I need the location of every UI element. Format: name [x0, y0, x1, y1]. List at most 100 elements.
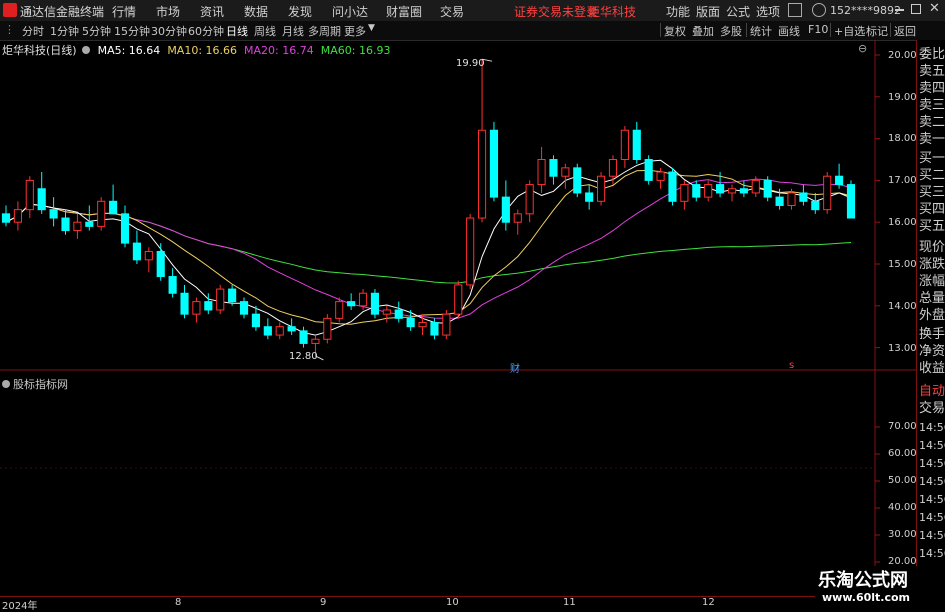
tab-period-intraday[interactable]: 分时: [22, 23, 44, 39]
menu-formula[interactable]: 公式: [726, 3, 750, 20]
tab-period-5min[interactable]: 5分钟: [82, 23, 111, 39]
candle[interactable]: [811, 192, 820, 214]
candle[interactable]: [263, 318, 272, 340]
candle[interactable]: [454, 280, 463, 319]
user-avatar-icon[interactable]: [812, 3, 826, 17]
more-dropdown-icon[interactable]: ▼: [368, 23, 375, 33]
statistics-button[interactable]: 统计: [750, 23, 772, 39]
login-status[interactable]: 证券交易未登录: [514, 3, 598, 20]
menu-ask[interactable]: 问小达: [332, 3, 368, 20]
candle[interactable]: [561, 163, 570, 189]
multi-stock-button[interactable]: 多股: [720, 23, 742, 39]
menu-trade[interactable]: 交易: [440, 3, 464, 20]
candle[interactable]: [442, 309, 451, 340]
candle[interactable]: [49, 197, 58, 227]
indicator-settings-icon[interactable]: [2, 380, 10, 388]
candle[interactable]: [73, 213, 82, 239]
candle[interactable]: [549, 155, 558, 185]
minimize-icon[interactable]: [895, 9, 904, 11]
candle[interactable]: [394, 301, 403, 323]
menu-layout[interactable]: 版面: [696, 3, 720, 20]
candle[interactable]: [668, 167, 677, 206]
tab-period-weekly[interactable]: 周线: [254, 23, 276, 39]
menu-function[interactable]: 功能: [666, 3, 690, 20]
overlay-button[interactable]: 叠加: [692, 23, 714, 39]
event-marker[interactable]: s: [789, 360, 794, 371]
candle[interactable]: [192, 297, 201, 323]
candle[interactable]: [799, 184, 808, 206]
candle[interactable]: [347, 293, 356, 310]
menu-data[interactable]: 数据: [244, 3, 268, 20]
finance-marker[interactable]: 财: [510, 360, 520, 375]
candle[interactable]: [132, 230, 141, 264]
candle[interactable]: [620, 126, 629, 168]
candle[interactable]: [466, 213, 475, 290]
back-button[interactable]: 返回: [894, 23, 916, 39]
tab-period-30min[interactable]: 30分钟: [151, 23, 187, 39]
candle[interactable]: [37, 172, 46, 214]
candle[interactable]: [632, 121, 641, 164]
candle[interactable]: [299, 326, 308, 348]
candle[interactable]: [216, 284, 225, 315]
candle[interactable]: [25, 176, 34, 219]
candle[interactable]: [692, 180, 701, 202]
candle[interactable]: [513, 209, 522, 235]
mark-button[interactable]: 标记: [866, 23, 888, 39]
candle[interactable]: [335, 297, 344, 323]
candle[interactable]: [406, 309, 415, 331]
candle[interactable]: [585, 184, 594, 210]
close-icon[interactable]: ✕: [929, 1, 940, 16]
candle[interactable]: [644, 155, 653, 185]
add-watchlist-button[interactable]: +自选: [834, 23, 865, 39]
maximize-icon[interactable]: [911, 4, 921, 14]
candle[interactable]: [323, 314, 332, 344]
adjust-button[interactable]: 复权: [664, 23, 686, 39]
candle[interactable]: [85, 205, 94, 231]
candle[interactable]: [144, 247, 153, 273]
f10-button[interactable]: F10: [808, 23, 828, 36]
tab-period-15min[interactable]: 15分钟: [114, 23, 150, 39]
candle[interactable]: [727, 184, 737, 202]
candle[interactable]: [501, 180, 510, 231]
candle[interactable]: [109, 184, 118, 215]
candle[interactable]: [597, 172, 606, 206]
trade-button[interactable]: 交易: [919, 401, 945, 416]
zoom-out-icon[interactable]: ⊖: [858, 42, 867, 55]
candle[interactable]: [287, 318, 296, 336]
candle[interactable]: [704, 180, 713, 202]
candle[interactable]: [823, 172, 832, 214]
settings-icon[interactable]: [82, 46, 91, 54]
candle[interactable]: [835, 163, 844, 189]
candle[interactable]: [477, 59, 487, 223]
candle[interactable]: [489, 121, 499, 202]
candle[interactable]: [525, 180, 534, 223]
menu-options[interactable]: 选项: [756, 3, 780, 20]
candle[interactable]: [846, 180, 856, 219]
candle[interactable]: [1, 205, 11, 227]
candle[interactable]: [370, 289, 380, 319]
candle[interactable]: [739, 180, 748, 198]
candle[interactable]: [537, 146, 546, 193]
candle[interactable]: [180, 284, 189, 319]
user-account[interactable]: 152****9892: [830, 4, 901, 17]
tab-period-multi[interactable]: 多周期: [308, 23, 341, 39]
candle[interactable]: [763, 176, 772, 202]
candle[interactable]: [120, 205, 130, 248]
window-mode-icon[interactable]: [788, 3, 802, 17]
tab-period-more[interactable]: 更多: [344, 23, 366, 39]
candle[interactable]: [680, 180, 689, 210]
kline-chart[interactable]: [0, 40, 916, 596]
candle[interactable]: [61, 209, 70, 235]
tab-period-1min[interactable]: 1分钟: [50, 23, 79, 39]
menu-discover[interactable]: 发现: [288, 3, 312, 20]
menu-quotes[interactable]: 行情: [112, 3, 136, 20]
auto-button[interactable]: 自动: [919, 384, 945, 399]
candle[interactable]: [382, 305, 391, 323]
candle[interactable]: [156, 243, 165, 281]
draw-line-button[interactable]: 画线: [778, 23, 800, 39]
menu-wealth-circle[interactable]: 财富圈: [386, 3, 422, 20]
candle[interactable]: [168, 268, 177, 298]
candle[interactable]: [573, 163, 582, 198]
tab-period-daily[interactable]: 日线: [226, 23, 248, 39]
menu-market[interactable]: 市场: [156, 3, 180, 20]
